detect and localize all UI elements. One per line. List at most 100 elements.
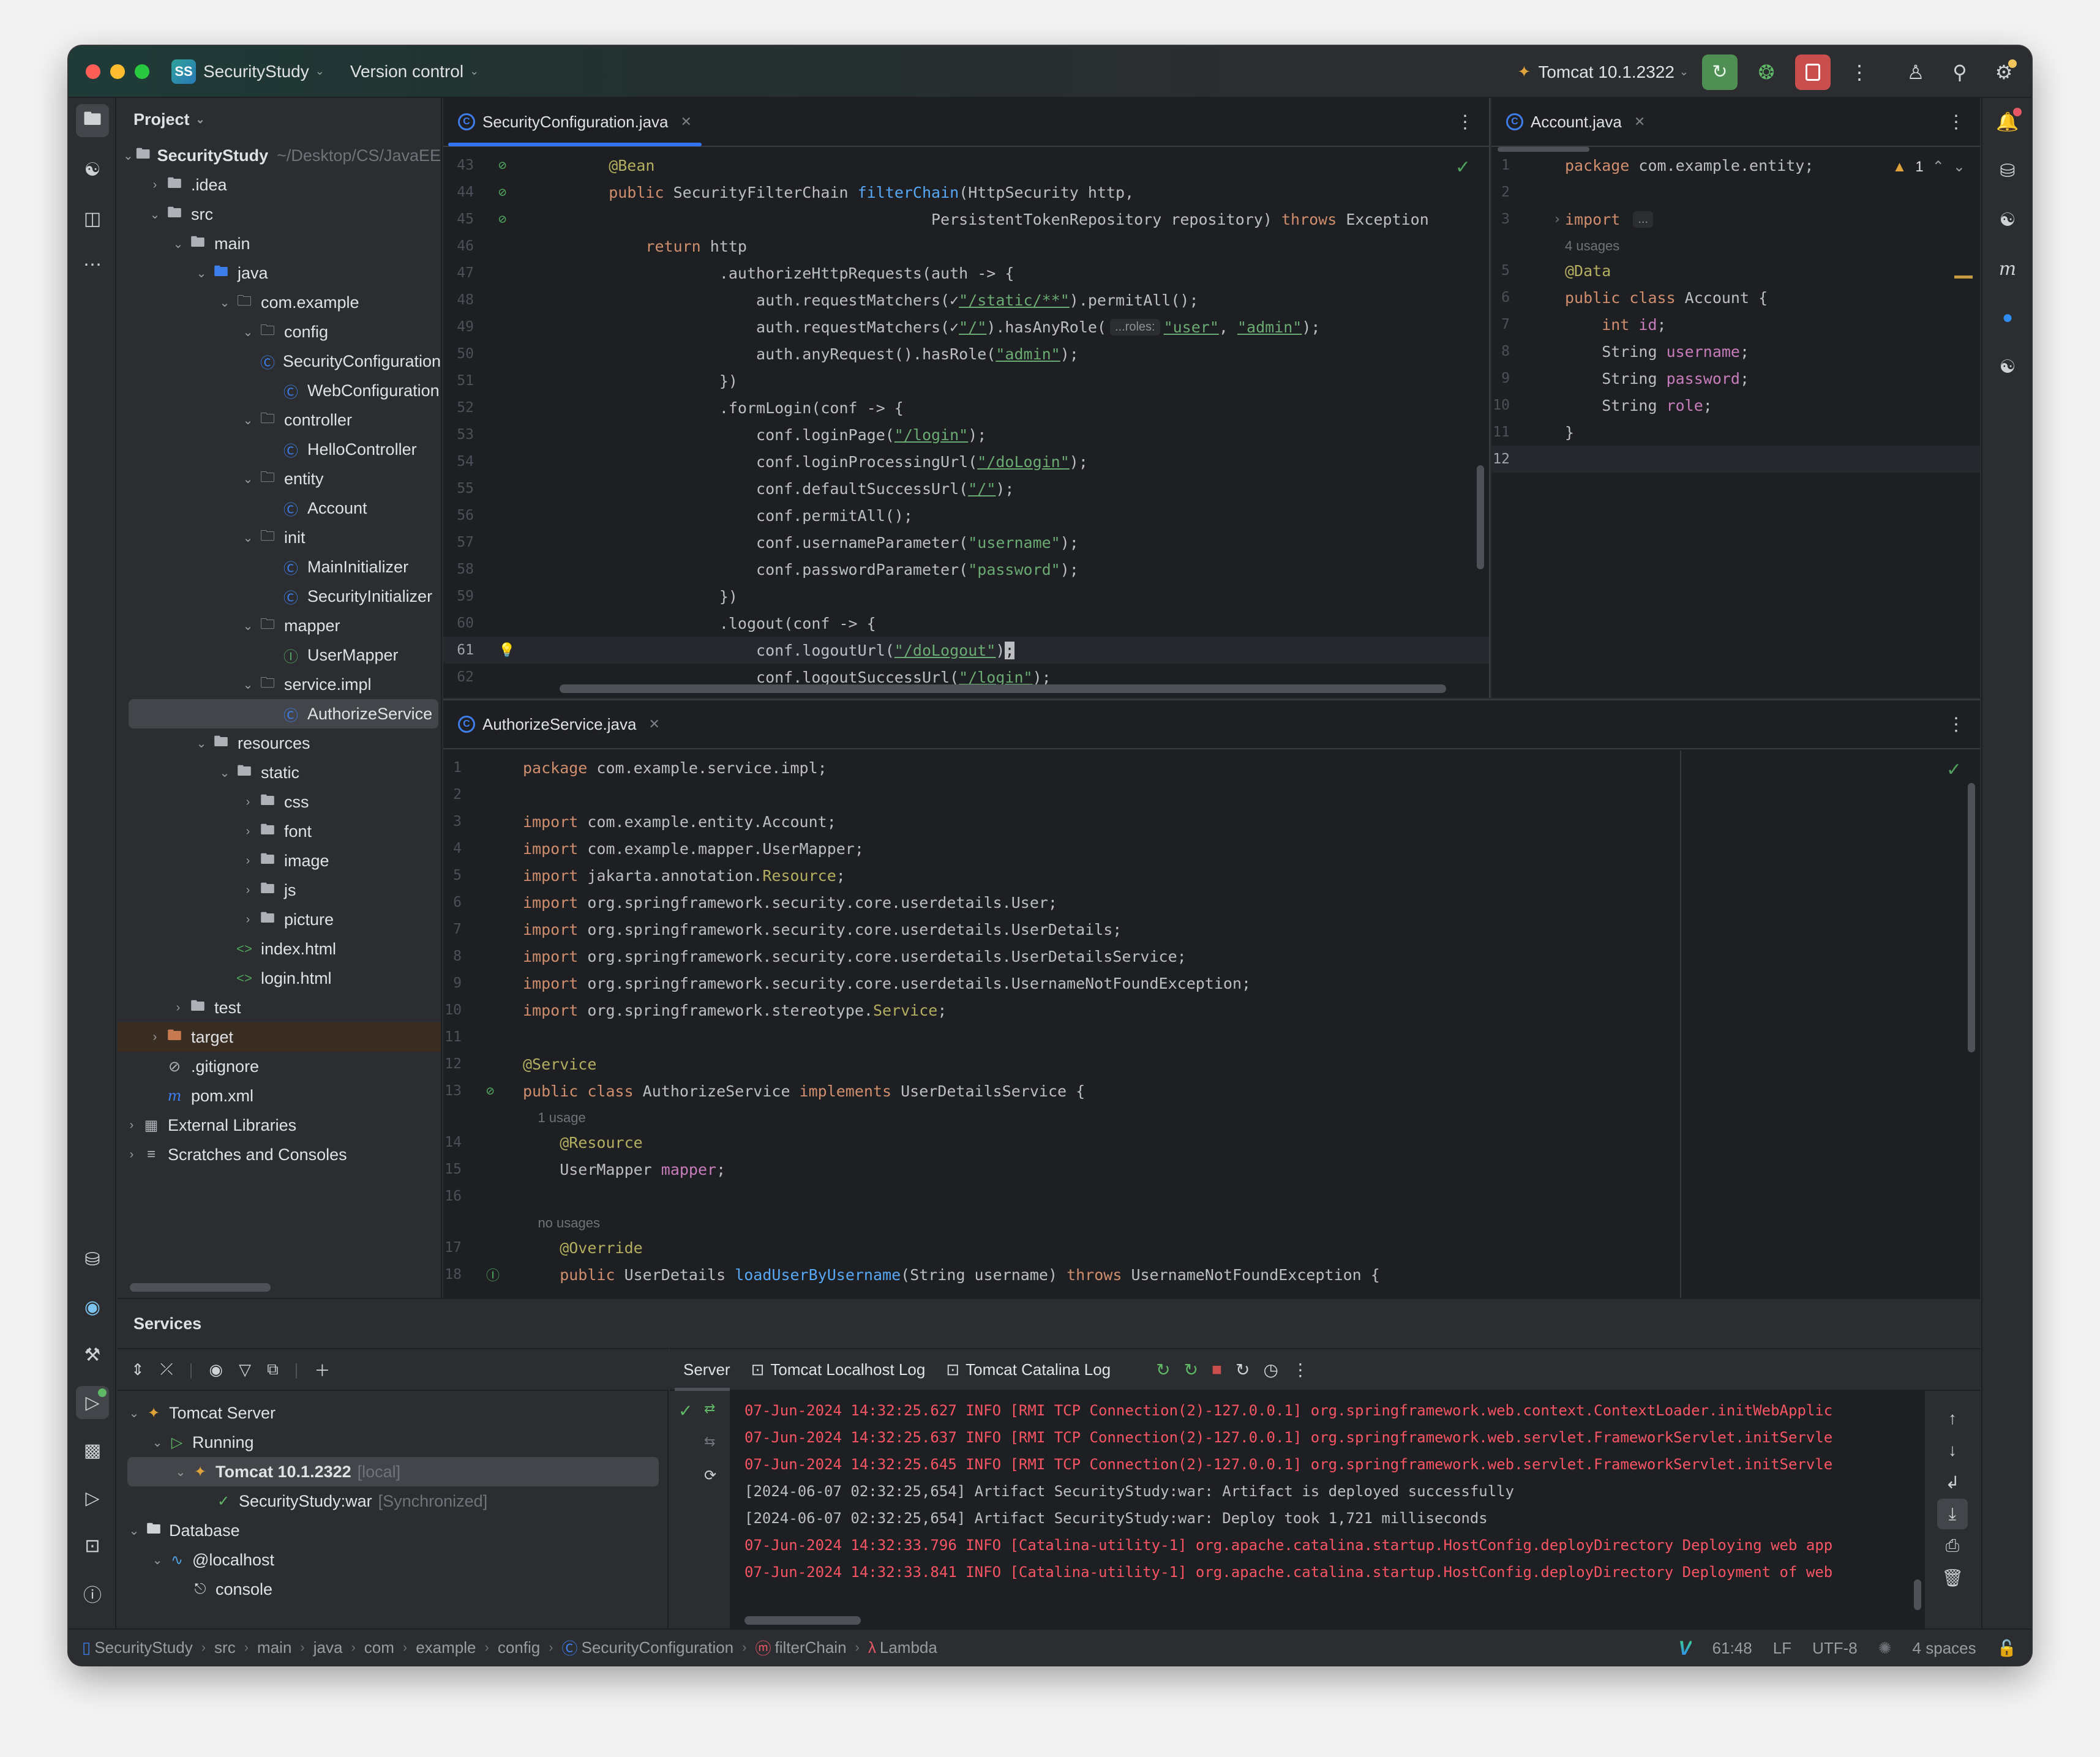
chevron-down-icon[interactable]: ⌄	[192, 266, 211, 281]
tree-item[interactable]: Ⓒ WebConfiguration	[118, 376, 441, 405]
tree-item[interactable]: Ⓘ UserMapper	[118, 640, 441, 670]
line-number[interactable]: 47	[443, 265, 498, 281]
line-number[interactable]: 59	[443, 588, 498, 604]
tab-account[interactable]: C Account.java ✕	[1491, 98, 1660, 146]
service-tree-item[interactable]: ✓ SecurityStudy:war [Synchronized]	[118, 1486, 667, 1516]
indent-setting[interactable]: 4 spaces	[1913, 1639, 1976, 1658]
implements-icon[interactable]: Ⓘ	[486, 1265, 523, 1284]
breadcrumb-item[interactable]: java	[313, 1638, 343, 1657]
database-tool-button[interactable]: ⛁	[76, 1243, 109, 1276]
services-tool-button[interactable]: ▷	[76, 1386, 109, 1419]
chevron-down-icon[interactable]: ⌄	[216, 765, 234, 781]
line-number[interactable]: 3	[443, 814, 486, 830]
tab-scrollbar[interactable]	[1498, 147, 1589, 152]
tree-item[interactable]: ⌄ 🖿 resources	[118, 729, 441, 758]
maven-button[interactable]: m	[1991, 252, 2024, 285]
more-tools-button[interactable]: ⋯	[76, 248, 109, 281]
bean-icon[interactable]: ⊘	[498, 212, 572, 227]
vim-plugin-icon[interactable]: V	[1678, 1637, 1691, 1660]
chevron-down-icon[interactable]: ⌄	[239, 324, 257, 340]
more-vertical-icon[interactable]: ⋮	[1456, 111, 1474, 133]
fold-expand-icon[interactable]: ›	[1534, 212, 1565, 227]
copilot-chat-alt-button[interactable]: ☯	[1991, 350, 2024, 383]
tab-security-configuration[interactable]: C SecurityConfiguration.java ✕	[443, 98, 707, 146]
breadcrumb-item[interactable]: config	[498, 1638, 540, 1657]
editor-horizontal-scrollbar[interactable]	[560, 684, 1446, 693]
tree-item[interactable]: ⌄ 🗀 entity	[118, 464, 441, 493]
line-number[interactable]: 6	[443, 894, 486, 910]
line-number[interactable]: 12	[1491, 451, 1534, 467]
line-number[interactable]: 60	[443, 615, 498, 631]
service-tree-item[interactable]: ⎋ console	[118, 1575, 667, 1604]
line-number[interactable]: 45	[443, 211, 498, 227]
breadcrumb-item[interactable]: λ Lambda	[868, 1638, 937, 1657]
tree-item[interactable]: › 🖿 js	[118, 875, 441, 905]
scroll-up-button[interactable]: ↑	[1937, 1403, 1968, 1434]
tree-item[interactable]: ⌄ 🖿 SecurityStudy ~/Desktop/CS/JavaEE	[118, 141, 441, 170]
tree-item[interactable]: Ⓒ SecurityConfiguration	[118, 347, 441, 376]
service-tree-item[interactable]: ⌄ ∿ @localhost	[118, 1545, 667, 1575]
chevron-down-icon[interactable]: ⌄	[192, 736, 211, 751]
project-tool-button[interactable]: 🖿	[76, 104, 109, 137]
chevron-down-icon[interactable]: ⌄	[146, 207, 164, 222]
line-number[interactable]: 56	[443, 508, 498, 523]
deploy-icon[interactable]: ⇄	[704, 1401, 715, 1417]
tree-item[interactable]: › 🖿 target	[118, 1022, 441, 1052]
chevron-right-icon[interactable]: ›	[239, 825, 257, 839]
copilot-tool-button[interactable]: ☯	[76, 153, 109, 186]
unlock-icon[interactable]: 🔓	[1997, 1639, 2017, 1658]
line-number[interactable]: 18	[443, 1267, 486, 1283]
add-service-icon[interactable]: ＋	[314, 1358, 330, 1381]
tree-item[interactable]: ⌄ 🖿 static	[118, 758, 441, 787]
copilot-chat-button[interactable]: ☯	[1991, 203, 2024, 236]
tree-item[interactable]: ⌄ 🗀 init	[118, 523, 441, 552]
chevron-right-icon[interactable]: ›	[122, 1118, 141, 1133]
line-number[interactable]: 61	[443, 642, 498, 658]
tree-item[interactable]: ⌄ 🖿 java	[118, 258, 441, 288]
bookmarks-tool-button[interactable]: ▩	[76, 1434, 109, 1467]
line-number[interactable]: 1	[443, 760, 486, 776]
structure-tool-button[interactable]: ◫	[76, 202, 109, 235]
console-horizontal-scrollbar[interactable]	[744, 1616, 861, 1625]
chevron-right-icon[interactable]: ›	[122, 1148, 141, 1162]
line-number[interactable]: 4	[443, 841, 486, 856]
tree-item[interactable]: Ⓒ HelloController	[118, 435, 441, 464]
line-number[interactable]: 48	[443, 292, 498, 308]
service-tree-item[interactable]: ⌄ ▷ Running	[118, 1428, 667, 1457]
caret-position[interactable]: 61:48	[1712, 1639, 1752, 1658]
chevron-down-icon[interactable]: ⌄	[171, 1464, 190, 1480]
next-problem-icon[interactable]: ⌄	[1953, 158, 1965, 176]
new-tab-icon[interactable]: ⧉	[267, 1360, 279, 1379]
line-number[interactable]: 11	[1491, 424, 1534, 440]
line-number[interactable]: 57	[443, 534, 498, 550]
scroll-to-end-button[interactable]: ⤓	[1937, 1499, 1968, 1529]
tree-item[interactable]: ⌄ 🗀 service.impl	[118, 670, 441, 699]
line-number[interactable]: 49	[443, 319, 498, 335]
tree-item[interactable]: ⌄ 🗀 com.example	[118, 288, 441, 317]
tree-item[interactable]: ⌄ 🗀 mapper	[118, 611, 441, 640]
line-number[interactable]: 58	[443, 561, 498, 577]
line-number[interactable]: 12	[443, 1056, 486, 1072]
stop-server-icon[interactable]: ■	[1212, 1360, 1222, 1380]
tree-item[interactable]: › 🖿 image	[118, 846, 441, 875]
chevron-down-icon[interactable]: ⌄	[148, 1553, 167, 1568]
line-number[interactable]: 13	[443, 1083, 486, 1099]
scroll-down-button[interactable]: ↓	[1937, 1435, 1968, 1466]
console-tab[interactable]: Server	[683, 1360, 730, 1379]
line-number[interactable]: 7	[1491, 317, 1534, 332]
tree-item[interactable]: › 🖿 css	[118, 787, 441, 817]
tree-item[interactable]: › 🖿 font	[118, 817, 441, 846]
bean-icon[interactable]: ⊘	[498, 158, 572, 173]
console-tab[interactable]: ⊡ Tomcat Catalina Log	[946, 1360, 1111, 1379]
service-tree-item[interactable]: ⌄ ✦ Tomcat 10.1.2322 [local]	[127, 1457, 659, 1486]
breadcrumb-item[interactable]: Ⓒ SecurityConfiguration	[562, 1636, 734, 1659]
line-number[interactable]: 43	[443, 157, 498, 173]
line-number[interactable]: 53	[443, 427, 498, 443]
close-window-button[interactable]	[86, 64, 100, 79]
refresh-icon[interactable]: ↻	[1236, 1360, 1250, 1380]
notifications-button[interactable]: 🔔	[1991, 105, 2024, 138]
tree-item[interactable]: ⌄ 🗀 config	[118, 317, 441, 347]
editor-vertical-scrollbar[interactable]	[1968, 783, 1975, 1052]
ai-chat-button[interactable]: ●	[1991, 301, 2024, 334]
search-everywhere-button[interactable]: ⚲	[1944, 57, 1975, 88]
